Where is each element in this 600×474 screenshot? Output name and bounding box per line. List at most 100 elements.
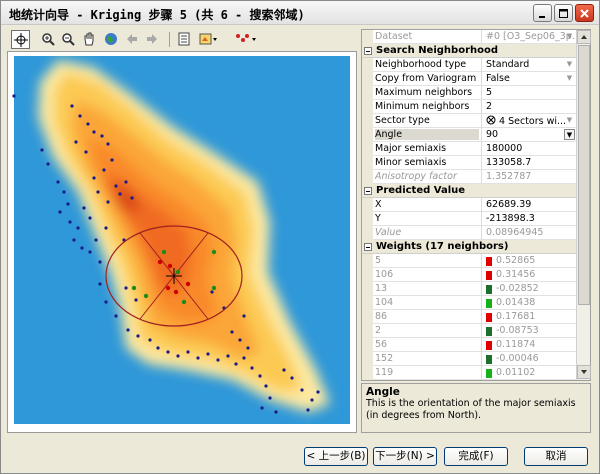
row-value: #0 [O3_Sep06_3p...: [481, 30, 577, 44]
row-dataset[interactable]: Dataset #0 [O3_Sep06_3p... ▼: [362, 30, 577, 44]
category-predicted-value[interactable]: Predicted Value: [362, 184, 577, 198]
weight-color-swatch: [486, 327, 492, 336]
next-button[interactable]: 下一步(N) >: [373, 447, 437, 466]
row-value: 133058.7: [481, 156, 577, 170]
row-copy-from-variogram[interactable]: Copy from Variogram False ▼: [362, 72, 577, 86]
weight-color-swatch: [486, 285, 492, 294]
row-minor-semiaxis[interactable]: Minor semiaxis 133058.7: [362, 156, 577, 170]
cancel-button[interactable]: 取消: [524, 447, 588, 466]
minimize-button[interactable]: [533, 4, 552, 22]
pan-target-tool[interactable]: [11, 30, 30, 49]
category-search-neighborhood[interactable]: Search Neighborhood: [362, 44, 577, 58]
property-grid[interactable]: Dataset #0 [O3_Sep06_3p... ▼ Search Neig…: [361, 29, 591, 381]
row-neighborhood-type[interactable]: Neighborhood type Standard ▼: [362, 58, 577, 72]
row-gutter: [362, 100, 373, 114]
zoom-out-tool[interactable]: [59, 30, 78, 49]
row-sector-type[interactable]: Sector type 4 Sectors wi... ▼: [362, 114, 577, 128]
weight-row[interactable]: 13 -0.02852: [362, 282, 577, 296]
weight-cell: 0.11874: [481, 338, 577, 352]
weight-cell: -0.00046: [481, 352, 577, 366]
row-label: Angle: [375, 129, 479, 140]
hand-tool[interactable]: [80, 30, 99, 49]
layers-icon: [178, 32, 190, 46]
weight-color-swatch: [486, 299, 492, 308]
zoom-in-tool[interactable]: [39, 30, 58, 49]
map-view-tool[interactable]: [197, 30, 217, 49]
property-grid-scrollbar[interactable]: [576, 30, 591, 380]
row-label: Minor semiaxis: [375, 157, 447, 168]
map-svg[interactable]: [8, 52, 356, 432]
dropdown-arrow-icon[interactable]: ▼: [564, 115, 575, 126]
row-gutter: [362, 114, 373, 128]
weight-row[interactable]: 106 0.31456: [362, 268, 577, 282]
forward-tool[interactable]: [143, 30, 162, 49]
description-panel: Angle This is the orientation of the maj…: [361, 383, 591, 433]
globe-tool[interactable]: [102, 30, 121, 49]
row-gutter: [362, 156, 373, 170]
weight-row[interactable]: 152 -0.00046: [362, 352, 577, 366]
weight-row[interactable]: 2 -0.08753: [362, 324, 577, 338]
row-y[interactable]: Y -213898.3: [362, 212, 577, 226]
row-major-semiaxis[interactable]: Major semiaxis 180000: [362, 142, 577, 156]
dropdown-arrow-icon[interactable]: ▼: [564, 129, 575, 140]
row-gutter: [362, 226, 373, 240]
row-label: Neighborhood type: [375, 59, 467, 70]
row-value: 180000: [481, 142, 577, 156]
weight-cell: 0.31456: [481, 268, 577, 282]
map-toolbar: [7, 29, 357, 51]
scroll-down-button[interactable]: [577, 365, 591, 379]
collapse-icon[interactable]: [364, 243, 372, 251]
title-bar[interactable]: 地统计向导 - Kriging 步骤 5 (共 6 - 搜索邻域): [1, 1, 599, 25]
row-anisotropy-factor: Anisotropy factor 1.352787: [362, 170, 577, 184]
weight-row[interactable]: 56 0.11874: [362, 338, 577, 352]
category-label: Search Neighborhood: [376, 45, 499, 56]
sector-type-value: 4 Sectors wi...: [499, 116, 567, 127]
category-weights[interactable]: Weights (17 neighbors): [362, 240, 577, 254]
row-x[interactable]: X 62689.39: [362, 198, 577, 212]
layers-tool[interactable]: [175, 30, 194, 49]
weight-value: 0.01102: [496, 367, 536, 378]
back-button[interactable]: < 上一步(B): [304, 447, 368, 466]
weight-color-swatch: [486, 257, 492, 266]
weight-index: 104: [375, 297, 394, 308]
map-canvas[interactable]: [7, 51, 357, 433]
points-tool[interactable]: [233, 30, 256, 49]
back-tool[interactable]: [123, 30, 142, 49]
row-label: Maximum neighbors: [375, 87, 473, 98]
maximize-button[interactable]: [554, 4, 573, 22]
dropdown-arrow-icon[interactable]: ▼: [564, 59, 575, 70]
weight-cell: 0.01438: [481, 296, 577, 310]
row-gutter: [362, 282, 373, 296]
finish-button[interactable]: 完成(F): [444, 447, 508, 466]
weight-index: 13: [375, 283, 388, 294]
row-gutter: [362, 198, 373, 212]
weight-color-swatch: [486, 369, 492, 378]
row-minimum-neighbors[interactable]: Minimum neighbors 2: [362, 100, 577, 114]
dropdown-arrow-icon[interactable]: ▼: [564, 31, 575, 42]
window-title: 地统计向导 - Kriging 步骤 5 (共 6 - 搜索邻域): [9, 8, 305, 22]
weight-value: 0.11874: [496, 339, 536, 350]
description-text: This is the orientation of the major sem…: [366, 398, 576, 421]
row-gutter: [362, 366, 373, 380]
weight-row[interactable]: 86 0.17681: [362, 310, 577, 324]
map-pane: [7, 29, 357, 433]
hand-icon: [84, 32, 94, 46]
row-label: Copy from Variogram: [375, 73, 477, 84]
scroll-thumb[interactable]: [578, 45, 590, 305]
row-gutter: [362, 58, 373, 72]
row-value-cell: 0.08964945: [481, 226, 577, 240]
collapse-icon[interactable]: [364, 187, 372, 195]
weight-index: 106: [375, 269, 394, 280]
row-angle[interactable]: Angle 90 ▼: [362, 128, 577, 142]
collapse-icon[interactable]: [364, 47, 372, 55]
scroll-up-button[interactable]: [577, 30, 591, 44]
weight-row[interactable]: 119 0.01102: [362, 366, 577, 380]
dropdown-arrow-icon[interactable]: ▼: [564, 73, 575, 84]
row-gutter: [362, 142, 373, 156]
weight-row[interactable]: 104 0.01438: [362, 296, 577, 310]
row-maximum-neighbors[interactable]: Maximum neighbors 5: [362, 86, 577, 100]
row-value: -213898.3: [481, 212, 577, 226]
weight-row[interactable]: 5 0.52865: [362, 254, 577, 268]
close-button[interactable]: [575, 4, 594, 22]
row-value[interactable]: 90: [481, 128, 577, 142]
